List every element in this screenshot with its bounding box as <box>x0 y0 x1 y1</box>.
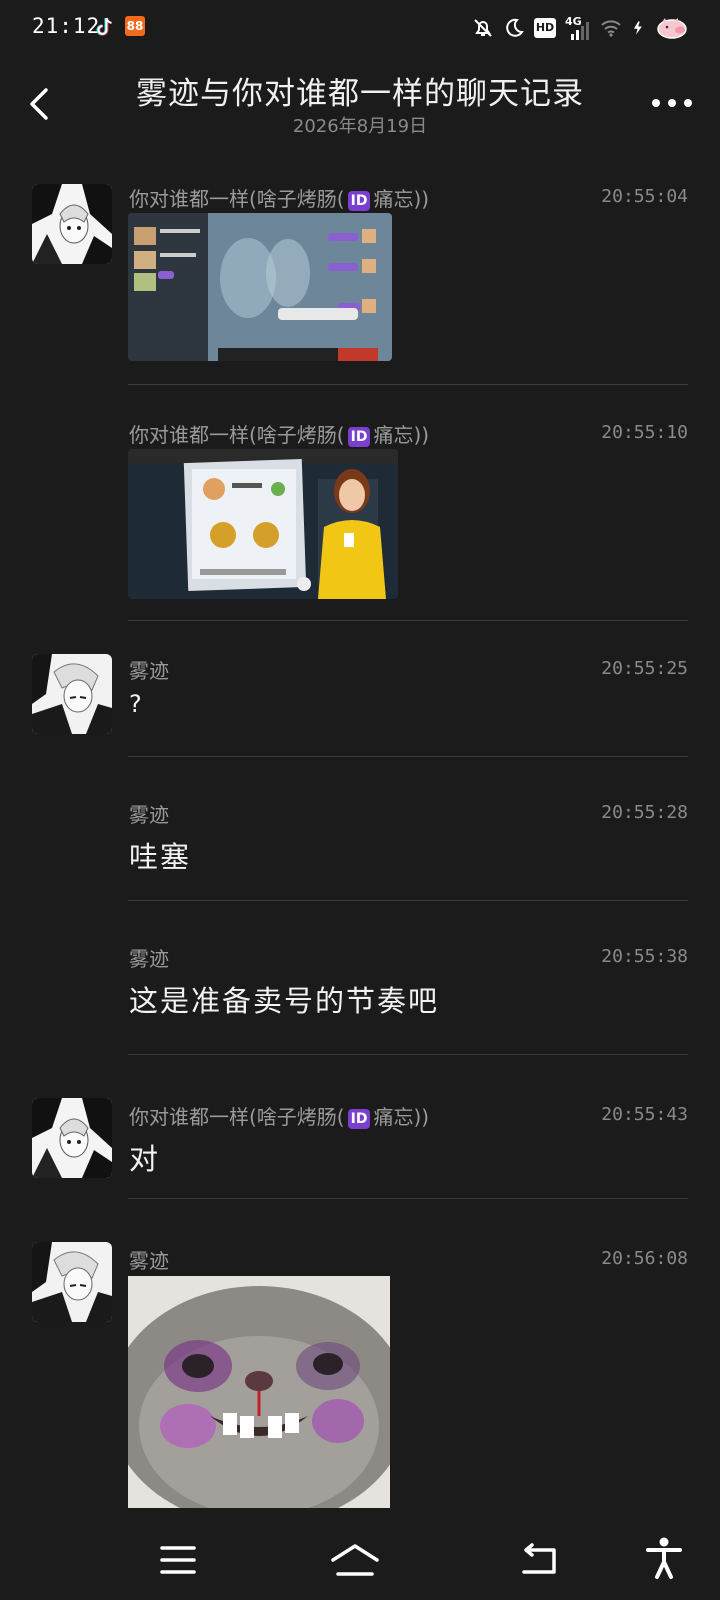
chat-history-header: 雾迹与你对谁都一样的聊天记录 2026年8月19日 <box>0 56 720 156</box>
message-divider <box>128 384 688 385</box>
message-item: 你对谁都一样(啥子烤肠(ID 痛忘)) 20:55:04 <box>0 180 720 390</box>
sender-name: 你对谁都一样(啥子烤肠(ID 痛忘)) <box>129 187 430 211</box>
app-orange-icon: 88 <box>125 16 145 36</box>
sender-name: 雾迹 <box>129 803 169 827</box>
sender-name: 雾迹 <box>129 659 169 683</box>
avatar-wu-ji[interactable] <box>32 1242 112 1322</box>
wifi-icon <box>601 20 621 37</box>
hd-icon: HD <box>534 18 556 38</box>
sender-name: 你对谁都一样(啥子烤肠(ID 痛忘)) <box>129 1105 430 1129</box>
message-time: 20:55:25 <box>601 658 688 679</box>
message-time: 20:56:08 <box>601 1248 688 1269</box>
image-game-screenshot-chat[interactable] <box>128 213 392 361</box>
sender-name: 雾迹 <box>129 947 169 971</box>
avatar-ni-dui-shui[interactable] <box>32 1098 112 1178</box>
avatar-wu-ji[interactable] <box>32 654 112 734</box>
id-badge-icon: ID <box>347 1109 371 1129</box>
accessibility-icon[interactable] <box>642 1536 686 1580</box>
message-text: 哇塞 <box>129 840 192 874</box>
image-cat-meme-sticker[interactable] <box>128 1276 390 1508</box>
message-item: 雾迹 20:55:28 哇塞 <box>0 796 720 906</box>
status-time: 21:12 <box>32 14 101 38</box>
message-divider <box>128 756 688 757</box>
menu-icon[interactable] <box>156 1540 200 1580</box>
home-icon[interactable] <box>330 1540 380 1580</box>
message-time: 20:55:28 <box>601 802 688 823</box>
message-divider <box>128 1198 688 1199</box>
signal-4g-icon: 4G <box>565 16 591 40</box>
message-item: 你对谁都一样(啥子烤肠(ID 痛忘)) 20:55:10 <box>0 416 720 626</box>
message-item: 你对谁都一样(啥子烤肠(ID 痛忘)) 20:55:43 对 <box>0 1098 720 1208</box>
charging-icon <box>633 21 642 35</box>
message-time: 20:55:43 <box>601 1104 688 1125</box>
moon-icon <box>506 18 524 37</box>
message-text: ? <box>129 690 144 718</box>
id-badge-icon: ID <box>347 191 371 211</box>
message-item: 雾迹 20:55:38 这是准备卖号的节奏吧 <box>0 940 720 1055</box>
message-text: 这是准备卖号的节奏吧 <box>129 984 440 1018</box>
message-item: 雾迹 20:55:25 ? <box>0 652 720 762</box>
message-item: 雾迹 20:56:08 <box>0 1242 720 1512</box>
message-divider <box>128 620 688 621</box>
id-badge-icon: ID <box>347 427 371 447</box>
tiktok-icon <box>96 17 112 36</box>
image-game-screenshot-profile[interactable] <box>128 449 398 599</box>
back-icon[interactable] <box>518 1540 562 1580</box>
page-title: 雾迹与你对谁都一样的聊天记录 <box>136 76 584 112</box>
chat-date: 2026年8月19日 <box>292 116 428 137</box>
message-time: 20:55:04 <box>601 186 688 207</box>
message-divider <box>128 900 688 901</box>
message-text: 对 <box>129 1142 161 1176</box>
message-time: 20:55:38 <box>601 946 688 967</box>
sender-name: 你对谁都一样(啥子烤肠(ID 痛忘)) <box>129 423 430 447</box>
message-time: 20:55:10 <box>601 422 688 443</box>
bell-off-icon <box>474 19 492 37</box>
avatar-ni-dui-shui[interactable] <box>32 184 112 264</box>
status-bar: 21:12 88 HD 4G <box>0 0 720 56</box>
system-nav-bar <box>0 1520 720 1600</box>
sender-name: 雾迹 <box>129 1249 169 1273</box>
more-options-icon[interactable] <box>652 96 692 110</box>
message-divider <box>128 1054 688 1055</box>
pig-battery-icon <box>657 18 687 39</box>
